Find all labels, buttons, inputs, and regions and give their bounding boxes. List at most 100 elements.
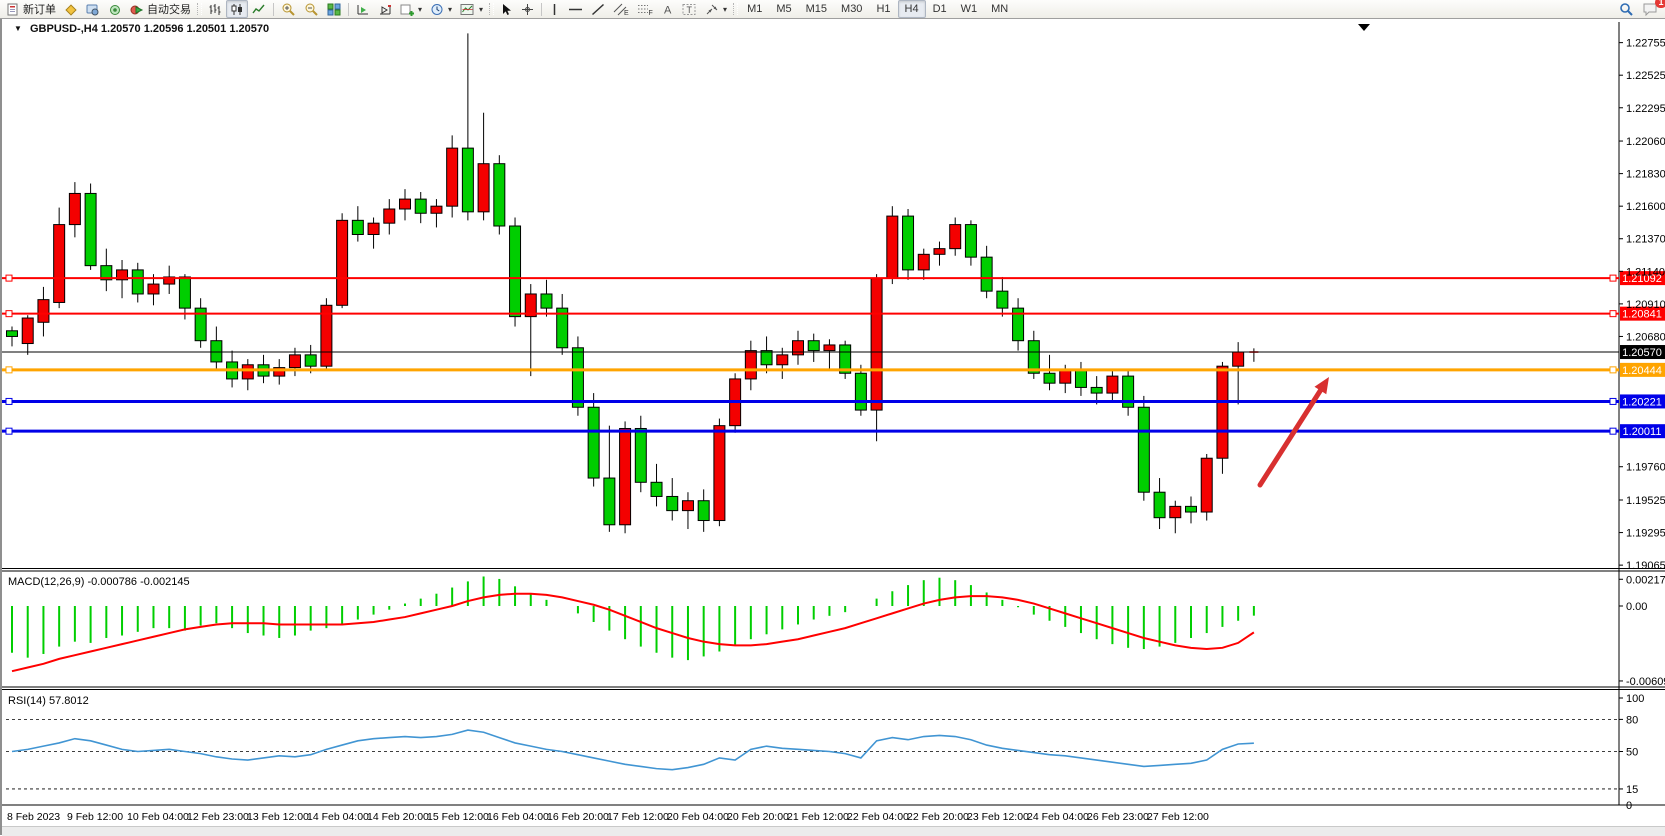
axis-tick-label: 1.20680 bbox=[1626, 331, 1665, 343]
chart-shift-marker[interactable] bbox=[1358, 24, 1370, 31]
line-chart-button[interactable] bbox=[248, 0, 270, 18]
templates-button[interactable]: ▾ bbox=[456, 0, 487, 18]
chat-button[interactable]: 1 bbox=[1638, 0, 1662, 18]
candle-body bbox=[981, 257, 992, 291]
candle-body bbox=[1044, 373, 1055, 383]
candle-body bbox=[337, 220, 348, 305]
macd-signal-line bbox=[12, 594, 1254, 671]
date-axis-label: 21 Feb 12:00 bbox=[787, 811, 849, 823]
timeframe-m30[interactable]: M30 bbox=[834, 0, 869, 18]
price-label-text: 1.20221 bbox=[1622, 396, 1662, 408]
vertical-line-button[interactable] bbox=[545, 0, 564, 18]
hline-right-marker bbox=[1610, 311, 1616, 317]
date-axis-label: 14 Feb 20:00 bbox=[367, 811, 429, 823]
candle-body bbox=[211, 341, 222, 362]
candle-body bbox=[447, 148, 458, 206]
candle-body bbox=[242, 365, 253, 379]
axis-tick-label: 1.21370 bbox=[1626, 234, 1665, 246]
timeframe-w1[interactable]: W1 bbox=[954, 0, 985, 18]
chart-shift-button[interactable] bbox=[352, 0, 374, 18]
timeframe-m15[interactable]: M15 bbox=[799, 0, 834, 18]
candle-body bbox=[289, 355, 300, 368]
candle-body bbox=[918, 254, 929, 270]
candle-body bbox=[667, 496, 678, 510]
tile-windows-button[interactable] bbox=[323, 0, 345, 18]
hline-left-marker bbox=[6, 398, 12, 404]
svg-text:A: A bbox=[664, 4, 672, 16]
timeframe-h4[interactable]: H4 bbox=[898, 0, 926, 18]
chart-window[interactable]: ▼ GBPUSD-,H4 1.20570 1.20596 1.20501 1.2… bbox=[0, 19, 1665, 835]
date-axis-label: 12 Feb 23:00 bbox=[187, 811, 249, 823]
candle-body bbox=[510, 226, 521, 317]
indicators-button[interactable]: ▾ bbox=[396, 0, 426, 18]
auto-trading-button[interactable]: 自动交易 bbox=[126, 0, 195, 18]
axis-tick-label: 1.22060 bbox=[1626, 136, 1665, 148]
macd-axis-label: 0.002173 bbox=[1626, 574, 1665, 586]
axis-tick-label: 1.21140 bbox=[1626, 266, 1665, 278]
periods-button[interactable]: ▾ bbox=[426, 0, 456, 18]
zoom-out-button[interactable] bbox=[300, 0, 323, 18]
chart-canvas[interactable]: 1.210921.208411.205701.204441.202211.200… bbox=[2, 19, 1665, 835]
timeframe-group: M1M5M15M30H1H4D1W1MN bbox=[740, 0, 1015, 18]
macd-axis-label: 0.00 bbox=[1626, 601, 1647, 613]
candle-body bbox=[1154, 492, 1165, 517]
hline-left-marker bbox=[6, 275, 12, 281]
arrows-button[interactable]: ▾ bbox=[701, 0, 731, 18]
zoom-in-button[interactable] bbox=[277, 0, 300, 18]
annotation-arrow-line[interactable] bbox=[1260, 390, 1320, 485]
equidistant-channel-button[interactable]: E bbox=[609, 0, 633, 18]
text-button[interactable]: A bbox=[657, 0, 678, 18]
axis-tick-label: 1.22295 bbox=[1626, 103, 1665, 115]
timeframe-d1[interactable]: D1 bbox=[926, 0, 954, 18]
candle-body bbox=[871, 278, 882, 410]
date-axis-label: 22 Feb 20:00 bbox=[907, 811, 969, 823]
fibonacci-button[interactable]: F bbox=[633, 0, 657, 18]
axis-tick-label: 1.22755 bbox=[1626, 38, 1665, 50]
candle-body bbox=[541, 294, 552, 308]
horizontal-line-button[interactable] bbox=[564, 0, 587, 18]
axis-tick-label: 1.19760 bbox=[1626, 462, 1665, 474]
candlestick-chart-button[interactable] bbox=[226, 0, 248, 18]
date-axis-label: 27 Feb 12:00 bbox=[1147, 811, 1209, 823]
text-label-button[interactable]: T bbox=[678, 0, 701, 18]
vertical-line-icon bbox=[549, 3, 560, 16]
date-axis-label: 13 Feb 12:00 bbox=[247, 811, 309, 823]
search-button[interactable] bbox=[1615, 0, 1638, 18]
candle-body bbox=[494, 164, 505, 226]
date-axis-label: 9 Feb 12:00 bbox=[67, 811, 123, 823]
chart-ohlc-readout: 1.20570 1.20596 1.20501 1.20570 bbox=[101, 23, 269, 35]
collapse-triangle-icon[interactable]: ▼ bbox=[14, 24, 22, 33]
axis-tick-label: 1.19065 bbox=[1626, 560, 1665, 572]
equidistant-channel-icon: E bbox=[613, 3, 629, 16]
profiles-button[interactable] bbox=[60, 0, 82, 18]
date-axis-label: 14 Feb 04:00 bbox=[307, 811, 369, 823]
trendline-button[interactable] bbox=[587, 0, 609, 18]
market-watch-button[interactable] bbox=[82, 0, 104, 18]
candle-body bbox=[824, 345, 835, 351]
hline-right-marker bbox=[1610, 428, 1616, 434]
timeframe-h1[interactable]: H1 bbox=[869, 0, 897, 18]
candle-body bbox=[352, 220, 363, 234]
timeframe-m1[interactable]: M1 bbox=[740, 0, 769, 18]
arrow-objects-icon bbox=[705, 3, 719, 16]
cursor-button[interactable] bbox=[496, 0, 517, 18]
axis-tick-label: 1.20910 bbox=[1626, 299, 1665, 311]
timeframe-m5[interactable]: M5 bbox=[769, 0, 798, 18]
candle-body bbox=[54, 225, 65, 303]
auto-scroll-button[interactable] bbox=[374, 0, 396, 18]
candle-body bbox=[22, 318, 33, 343]
bar-chart-button[interactable] bbox=[204, 0, 226, 18]
toolbar-separator bbox=[348, 3, 349, 16]
candle-body bbox=[132, 270, 143, 294]
candle-body bbox=[620, 428, 631, 524]
macd-indicator-label: MACD(12,26,9) -0.000786 -0.002145 bbox=[8, 576, 190, 588]
macd-axis-label: -0.006094 bbox=[1626, 676, 1665, 688]
new-order-button[interactable]: 新订单 bbox=[3, 0, 60, 18]
navigator-button[interactable] bbox=[104, 0, 126, 18]
crosshair-button[interactable] bbox=[517, 0, 538, 18]
date-axis-label: 8 Feb 2023 bbox=[7, 811, 60, 823]
candle-body bbox=[745, 351, 756, 379]
candle-body bbox=[855, 373, 866, 410]
hline-right-marker bbox=[1610, 398, 1616, 404]
timeframe-mn[interactable]: MN bbox=[984, 0, 1015, 18]
